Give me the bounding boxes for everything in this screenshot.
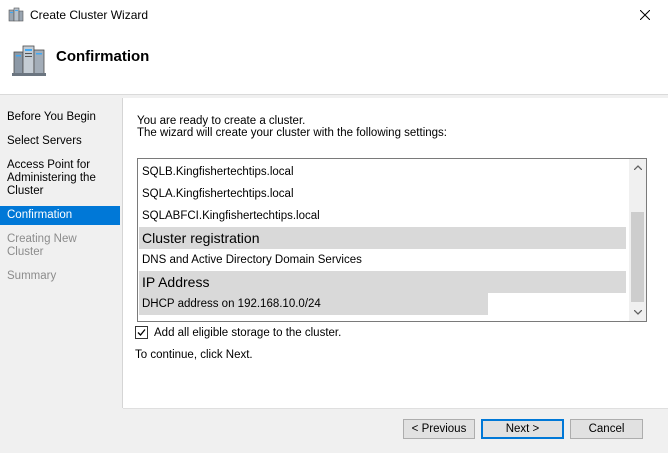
- previous-button[interactable]: < Previous: [403, 419, 475, 439]
- intro-line-1: You are ready to create a cluster.: [137, 115, 306, 127]
- nav-step-access-point[interactable]: Access Point for Administering the Clust…: [0, 156, 120, 201]
- cancel-button[interactable]: Cancel: [570, 419, 643, 439]
- nav-step-select-servers[interactable]: Select Servers: [0, 132, 120, 151]
- nav-step-creating-new-cluster: Creating New Cluster: [7, 233, 77, 258]
- vertical-scrollbar[interactable]: [629, 159, 646, 321]
- list-item: DNS and Active Directory Domain Services: [142, 254, 362, 266]
- server-cluster-icon: [12, 42, 46, 81]
- scroll-down-button[interactable]: [629, 304, 646, 321]
- title-bar: Create Cluster Wizard: [0, 0, 668, 30]
- page-title: Confirmation: [56, 48, 150, 65]
- cluster-wizard-icon: [8, 7, 24, 26]
- chevron-up-icon: [633, 165, 642, 170]
- chevron-down-icon: [633, 310, 642, 315]
- window-title: Create Cluster Wizard: [30, 8, 149, 22]
- settings-listbox[interactable]: SQLB.Kingfishertechtips.local SQLA.Kingf…: [137, 158, 647, 322]
- add-storage-option: Add all eligible storage to the cluster.: [135, 326, 341, 339]
- nav-step-confirmation[interactable]: Confirmation: [0, 206, 120, 225]
- intro-line-2: The wizard will create your cluster with…: [137, 127, 447, 139]
- add-storage-label[interactable]: Add all eligible storage to the cluster.: [154, 327, 341, 339]
- list-item: SQLABFCI.Kingfishertechtips.local: [142, 210, 320, 222]
- continue-instruction: To continue, click Next.: [135, 349, 253, 361]
- checkmark-icon: [137, 329, 146, 336]
- close-button[interactable]: [622, 0, 668, 30]
- close-icon: [640, 10, 650, 20]
- add-storage-checkbox[interactable]: [135, 326, 148, 339]
- intro-text: You are ready to create a cluster. The w…: [137, 115, 447, 139]
- nav-step-before-you-begin[interactable]: Before You Begin: [0, 108, 120, 127]
- wizard-steps-nav: Before You Begin Select Servers Access P…: [0, 108, 120, 291]
- scrollbar-thumb[interactable]: [631, 212, 644, 302]
- wizard-header: Confirmation: [0, 30, 668, 94]
- group-header-ip-address: IP Address: [139, 271, 626, 293]
- scroll-up-button[interactable]: [629, 159, 646, 176]
- next-button[interactable]: Next >: [481, 419, 564, 439]
- blank-cell: [488, 293, 627, 315]
- nav-step-summary: Summary: [7, 270, 57, 282]
- list-item: SQLB.Kingfishertechtips.local: [142, 166, 294, 178]
- group-header-cluster-registration: Cluster registration: [139, 227, 626, 249]
- footer-separator: [123, 408, 668, 409]
- list-item: SQLA.Kingfishertechtips.local: [142, 188, 294, 200]
